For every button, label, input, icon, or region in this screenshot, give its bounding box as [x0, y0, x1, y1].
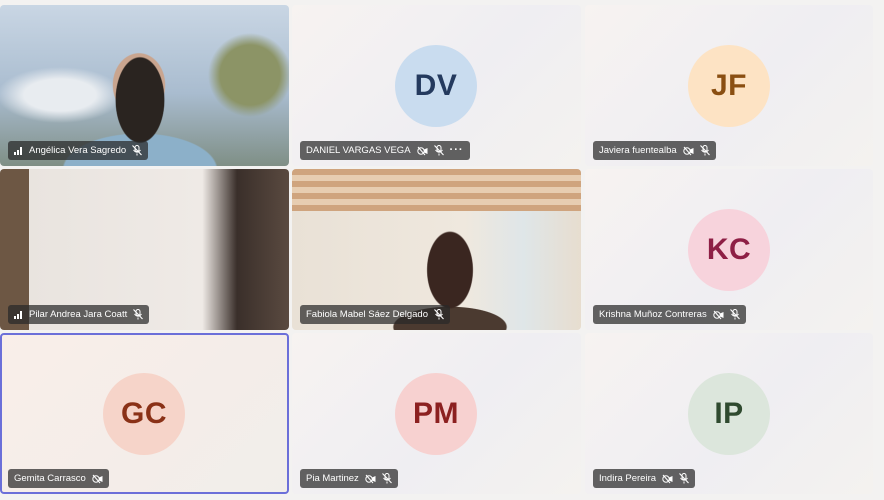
participant-name: Indira Pereira — [599, 473, 657, 484]
more-options-button[interactable]: ··· — [450, 145, 464, 156]
participant-nametag: Pia Martinez — [300, 469, 398, 488]
mic-off-icon — [434, 309, 444, 320]
participant-name: Javiera fuentealba — [599, 145, 677, 156]
video-off-icon — [713, 310, 724, 320]
participant-nametag: DANIEL VARGAS VEGA ··· — [300, 141, 470, 160]
avatar: DV — [395, 45, 477, 127]
participant-tile-fabiola[interactable]: Fabiola Mabel Sáez Delgado — [292, 169, 581, 330]
avatar: KC — [688, 209, 770, 291]
avatar: PM — [395, 373, 477, 455]
mic-off-icon — [133, 309, 144, 320]
avatar: JF — [688, 45, 770, 127]
video-off-icon — [416, 146, 428, 156]
participant-nametag: Gemita Carrasco — [8, 469, 109, 488]
video-off-icon — [682, 146, 694, 156]
mic-off-icon — [433, 145, 444, 156]
mic-off-icon — [729, 309, 740, 320]
participant-nametag: Indira Pereira — [593, 469, 696, 488]
participant-tile-angelica[interactable]: Angélica Vera Sagredo — [0, 5, 289, 166]
video-off-icon — [662, 474, 673, 484]
participant-name: Krishna Muñoz Contreras — [599, 309, 707, 320]
participant-tile-indira[interactable]: IP Indira Pereira — [585, 333, 873, 494]
video-off-icon — [365, 474, 376, 484]
participant-nametag: Angélica Vera Sagredo — [8, 141, 149, 160]
participant-name: Fabiola Mabel Sáez Delgado — [306, 309, 428, 320]
participant-name: Angélica Vera Sagredo — [29, 145, 127, 156]
participant-name: Pia Martinez — [306, 473, 359, 484]
avatar: IP — [688, 373, 770, 455]
participant-name: Gemita Carrasco — [14, 473, 86, 484]
participant-nametag: Javiera fuentealba — [593, 141, 716, 160]
participant-tile-gemita[interactable]: GC Gemita Carrasco — [0, 333, 289, 494]
participant-tile-pilar[interactable]: Pilar Andrea Jara Coatt — [0, 169, 289, 330]
participant-name: DANIEL VARGAS VEGA — [306, 145, 411, 156]
participant-tile-krishna[interactable]: KC Krishna Muñoz Contreras — [585, 169, 873, 330]
mic-off-icon — [699, 145, 710, 156]
signal-icon — [14, 146, 23, 155]
signal-icon — [14, 310, 23, 319]
mic-off-icon — [679, 473, 689, 484]
mic-off-icon — [132, 145, 143, 156]
participant-tile-pia[interactable]: PM Pia Martinez — [292, 333, 581, 494]
video-off-icon — [92, 474, 103, 484]
participant-nametag: Pilar Andrea Jara Coatt — [8, 305, 150, 324]
participant-nametag: Krishna Muñoz Contreras — [593, 305, 746, 324]
mic-off-icon — [381, 473, 392, 484]
participant-nametag: Fabiola Mabel Sáez Delgado — [300, 305, 450, 324]
participant-tile-daniel[interactable]: DV DANIEL VARGAS VEGA ··· — [292, 5, 581, 166]
participant-tile-javiera[interactable]: JF Javiera fuentealba — [585, 5, 873, 166]
avatar: GC — [103, 373, 185, 455]
participant-name: Pilar Andrea Jara Coatt — [29, 309, 128, 320]
